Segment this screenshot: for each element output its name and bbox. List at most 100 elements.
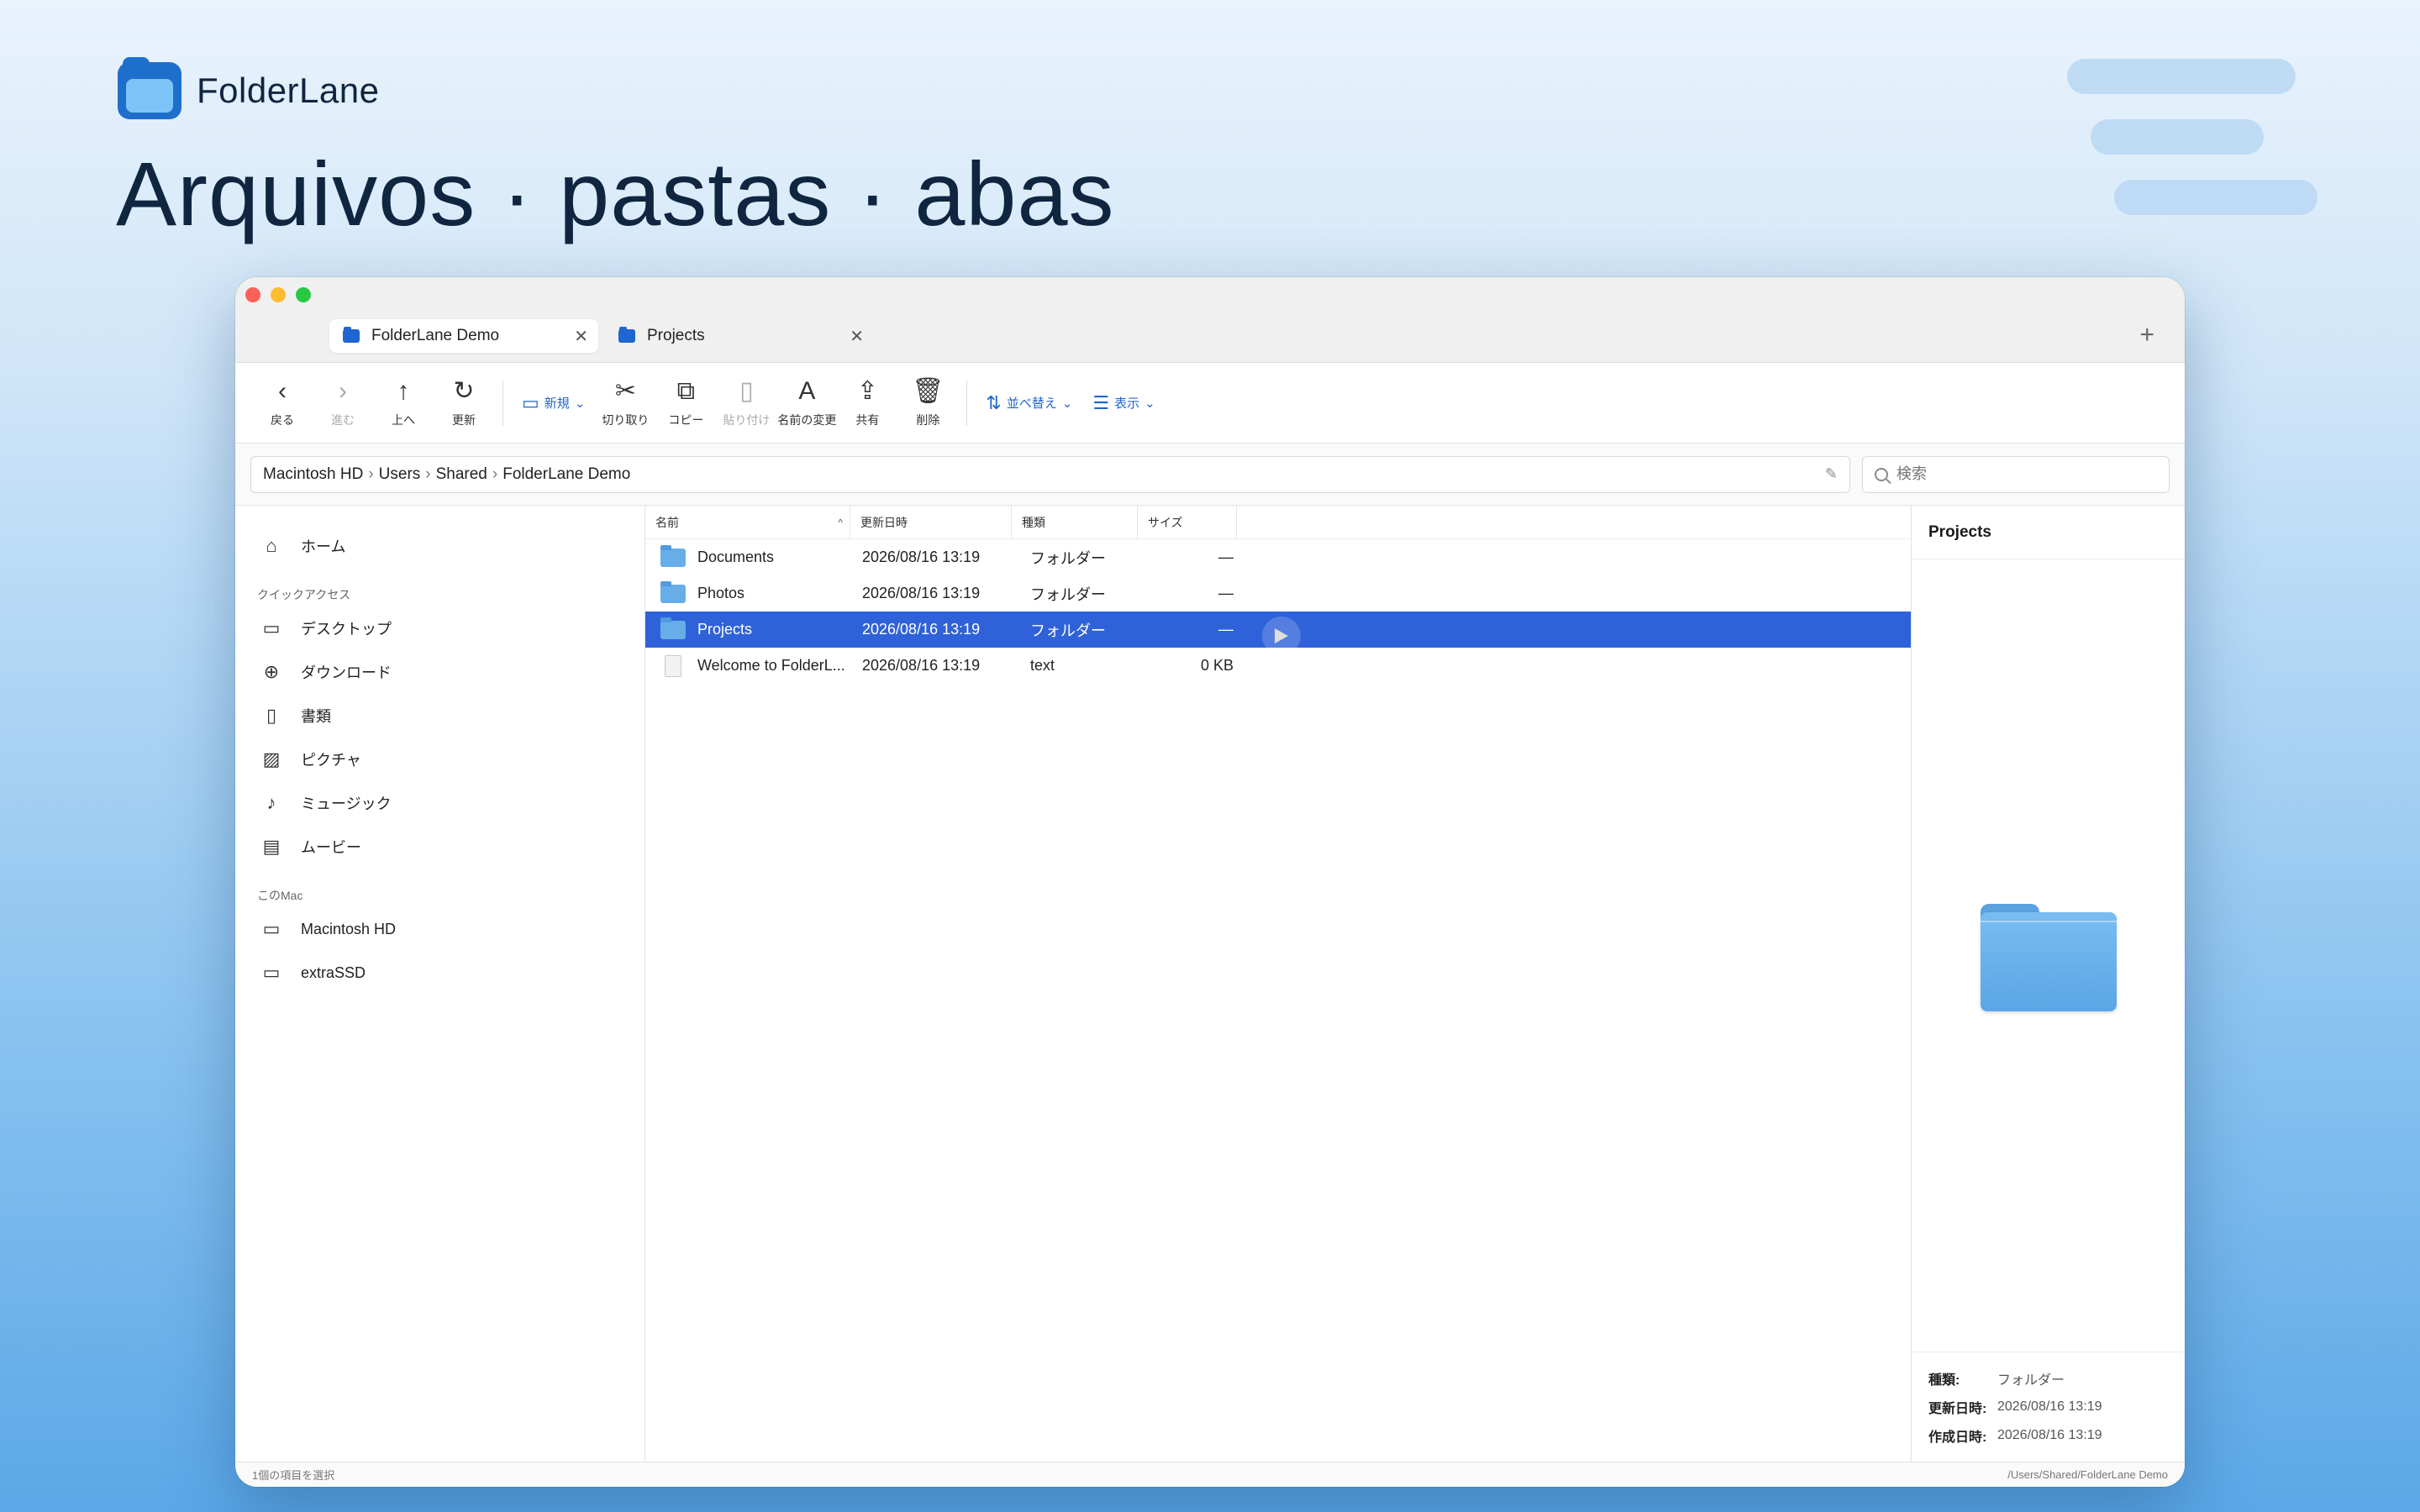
sort-icon: ⇅ [986, 391, 1002, 413]
copy-icon: ⧉ [676, 376, 696, 405]
sort-dropdown[interactable]: ⇅ 並べ替え ⌄ [976, 392, 1082, 414]
toolbar: ‹ 戻る › 進む ↑ 上へ ↻ 更新 ▭ 新規 ⌄ ✂ 切り取り ⧉ コピー [235, 363, 2185, 444]
chevron-right-icon: › [339, 376, 347, 405]
arrow-up-icon: ↑ [397, 376, 410, 405]
chevron-right-icon: › [425, 465, 431, 483]
back-button[interactable]: ‹ 戻る [252, 377, 313, 428]
sidebar-item-downloads[interactable]: ⊕ ダウンロード [235, 650, 644, 694]
sidebar-item-extrassd[interactable]: ▭ extraSSD [235, 951, 644, 995]
folder-icon [618, 327, 635, 343]
tab-label: Projects [647, 327, 705, 344]
sidebar-item-movies[interactable]: ▤ ムービー [235, 825, 644, 869]
table-row[interactable]: Documents 2026/08/16 13:19 フォルダー — [645, 539, 1911, 575]
metadata-key: 作成日時: [1928, 1431, 1987, 1445]
sidebar-item-home[interactable]: ⌂ ホーム [235, 524, 644, 568]
column-label: 名前 [655, 515, 679, 529]
forward-button[interactable]: › 進む [313, 376, 373, 428]
file-name: Projects [697, 621, 753, 638]
preview-pane: Projects 種類: フォルダー 更新日時: 2026/08/16 13:1… [1911, 506, 2185, 1462]
chevron-down-icon: ⌄ [1144, 396, 1155, 411]
table-row[interactable]: Photos 2026/08/16 13:19 フォルダー — [645, 575, 1911, 612]
breadcrumb-item[interactable]: Macintosh HD [263, 465, 363, 484]
scissors-icon: ✂ [614, 376, 636, 405]
pencil-icon[interactable]: ✎ [1825, 465, 1838, 483]
search-input[interactable] [1897, 465, 2157, 483]
column-label: サイズ [1148, 515, 1183, 529]
up-label: 上へ [392, 412, 415, 427]
file-date: 2026/08/16 13:19 [862, 621, 981, 638]
chevron-down-icon: ⌄ [1061, 396, 1073, 411]
document-icon: ▯ [266, 705, 277, 726]
minimize-window-button[interactable] [271, 287, 286, 302]
view-list-icon: ☰ [1092, 391, 1110, 413]
address-row: Macintosh HD › Users › Shared › FolderLa… [235, 444, 2185, 506]
search-box [1862, 455, 2170, 493]
current-path: /Users/Shared/FolderLane Demo [2007, 1468, 2168, 1481]
sidebar-item-desktop[interactable]: ▭ デスクトップ [235, 606, 644, 650]
close-tab-icon[interactable]: ✕ [574, 326, 588, 347]
sidebar-item-documents[interactable]: ▯ 書類 [235, 694, 644, 738]
file-size: — [1218, 621, 1234, 638]
rename-button[interactable]: A 名前の変更 [776, 376, 837, 428]
music-note-icon: ♪ [266, 792, 276, 813]
tab-bar: FolderLane Demo ✕ Projects ✕ [329, 319, 874, 353]
file-kind: text [1030, 657, 1055, 674]
breadcrumb-item[interactable]: Shared [436, 465, 487, 484]
zoom-window-button[interactable] [296, 287, 311, 302]
new-folder-icon: ▭ [522, 391, 539, 413]
cut-label: 切り取り [602, 412, 650, 427]
metadata-row: 作成日時: 2026/08/16 13:19 [1928, 1421, 2168, 1450]
close-tab-icon[interactable]: ✕ [850, 326, 864, 347]
folderlane-logo-icon [118, 57, 182, 119]
paste-label: 貼り付け [723, 412, 771, 427]
sidebar-item-label: Macintosh HD [301, 920, 397, 937]
file-kind: フォルダー [1030, 585, 1106, 603]
sidebar-item-label: ホーム [301, 538, 346, 555]
tab-folderlane-demo[interactable]: FolderLane Demo ✕ [329, 319, 598, 353]
breadcrumb-item[interactable]: FolderLane Demo [502, 465, 630, 484]
delete-button[interactable]: 🗑 削除 [897, 377, 958, 428]
column-header-name[interactable]: 名前 ^ [645, 505, 850, 539]
view-dropdown[interactable]: ☰ 表示 ⌄ [1082, 392, 1165, 414]
sidebar-item-label: ムービー [301, 839, 361, 856]
sidebar-item-label: デスクトップ [301, 621, 392, 638]
metadata-key: 種類: [1928, 1373, 1960, 1388]
up-button[interactable]: ↑ 上へ [373, 376, 434, 428]
cut-button[interactable]: ✂ 切り取り [595, 376, 655, 428]
column-header-date[interactable]: 更新日時 [850, 505, 1012, 539]
share-icon: ⇪ [856, 376, 878, 405]
file-size: 0 KB [1200, 657, 1234, 674]
view-label: 表示 [1114, 396, 1140, 411]
close-window-button[interactable] [245, 287, 260, 302]
brand-name: FolderLane [197, 71, 380, 110]
column-header-kind[interactable]: 種類 [1012, 505, 1138, 539]
new-tab-button[interactable]: + [2139, 321, 2154, 349]
new-dropdown[interactable]: ▭ 新規 ⌄ [512, 392, 595, 414]
column-header-size[interactable]: サイズ [1138, 505, 1237, 539]
search-icon [1875, 467, 1888, 481]
paste-button[interactable]: ▯ 貼り付け [716, 377, 776, 428]
photo-icon: ▨ [262, 748, 281, 769]
refresh-button[interactable]: ↻ 更新 [434, 377, 494, 428]
decorative-bar [2067, 59, 2296, 94]
status-bar: 1個の項目を選択 /Users/Shared/FolderLane Demo [235, 1462, 2185, 1487]
download-icon: ⊕ [263, 661, 280, 682]
file-name-cell: Documents [645, 544, 854, 567]
folder-icon [660, 544, 686, 567]
tab-projects[interactable]: Projects ✕ [605, 319, 874, 353]
breadcrumb[interactable]: Macintosh HD › Users › Shared › FolderLa… [250, 455, 1850, 493]
large-folder-icon [1981, 904, 2117, 1011]
share-button[interactable]: ⇪ 共有 [837, 376, 897, 428]
share-label: 共有 [855, 412, 880, 427]
copy-button[interactable]: ⧉ コピー [655, 376, 716, 428]
preview-metadata: 種類: フォルダー 更新日時: 2026/08/16 13:19 作成日時: 2… [1912, 1352, 2185, 1450]
metadata-value: フォルダー [1997, 1373, 2065, 1388]
sidebar-item-label: ダウンロード [301, 664, 392, 681]
rename-icon: A [798, 376, 816, 405]
sidebar-item-music[interactable]: ♪ ミュージック [235, 781, 644, 825]
copy-label: コピー [668, 412, 704, 427]
folder-icon [343, 327, 360, 343]
breadcrumb-item[interactable]: Users [379, 465, 421, 484]
sidebar-item-macintosh-hd[interactable]: ▭ Macintosh HD [235, 907, 644, 951]
sidebar-item-pictures[interactable]: ▨ ピクチャ [235, 738, 644, 781]
